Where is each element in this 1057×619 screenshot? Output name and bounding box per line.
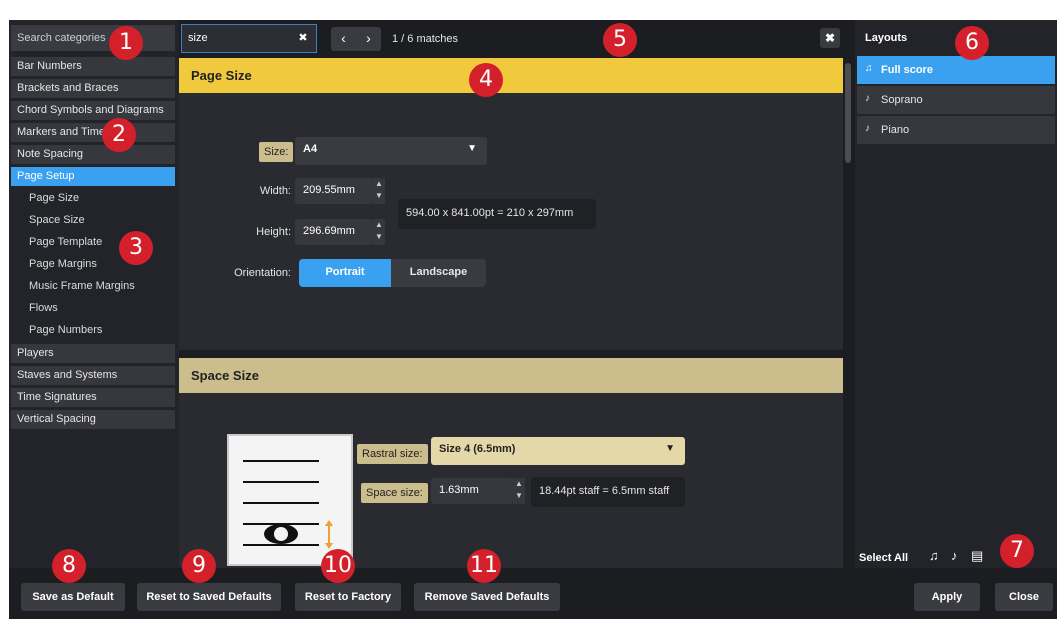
full-score-icon: ♫ bbox=[865, 63, 873, 74]
category-time-signatures[interactable]: Time Signatures bbox=[11, 388, 175, 407]
select-all-label: Select All bbox=[859, 552, 909, 564]
chevron-down-icon: ▼ bbox=[467, 143, 477, 154]
close-button[interactable]: Close bbox=[995, 583, 1053, 611]
height-label: Height: bbox=[256, 226, 291, 238]
page-size-section-header: Page Size bbox=[179, 58, 843, 93]
space-size-section-header: Space Size bbox=[179, 358, 843, 393]
layout-item-label: Full score bbox=[881, 64, 933, 76]
remove-saved-defaults-button[interactable]: Remove Saved Defaults bbox=[414, 583, 560, 611]
page-dimensions-info: 594.00 x 841.00pt = 210 x 297mm bbox=[398, 199, 596, 229]
find-search-input[interactable]: size ✖ bbox=[181, 24, 317, 53]
space-size-label: Space size: bbox=[361, 483, 428, 503]
subcategory-page-size[interactable]: Page Size bbox=[29, 189, 79, 208]
select-part-layouts-icon[interactable]: ♪ bbox=[951, 548, 958, 563]
find-bar: size ✖ ‹ › 1 / 6 matches ✖ bbox=[179, 20, 853, 58]
layouts-title: Layouts bbox=[865, 32, 908, 44]
find-query-text: size bbox=[188, 32, 208, 44]
callout-10: 10 bbox=[321, 549, 355, 583]
layouts-panel: Layouts ♫ Full score ♪ Soprano ♪ Piano S… bbox=[855, 20, 1057, 568]
callout-3: 3 bbox=[119, 231, 153, 265]
options-content: Page Size Size: A4 ▼ Width: 209.55mm ▲ ▼ … bbox=[179, 58, 843, 568]
page-size-value: A4 bbox=[303, 143, 318, 155]
layout-item-piano[interactable]: ♪ Piano bbox=[857, 116, 1055, 144]
select-full-score-layouts-icon[interactable]: ♫ bbox=[929, 548, 939, 563]
staff-preview-icon bbox=[243, 460, 333, 549]
size-label: Size: bbox=[259, 142, 294, 162]
layout-item-full-score[interactable]: ♫ Full score bbox=[857, 56, 1055, 84]
height-input[interactable]: 296.69mm bbox=[295, 219, 373, 245]
category-vertical-spacing[interactable]: Vertical Spacing bbox=[11, 410, 175, 429]
callout-9: 9 bbox=[182, 549, 216, 583]
save-as-default-button[interactable]: Save as Default bbox=[21, 583, 125, 611]
previous-match-button[interactable]: ‹ bbox=[331, 27, 356, 51]
width-input[interactable]: 209.55mm bbox=[295, 178, 373, 204]
staff-size-info: 18.44pt staff = 6.5mm staff bbox=[531, 477, 685, 507]
subcategory-music-frame-margins[interactable]: Music Frame Margins bbox=[29, 277, 135, 296]
rastral-size-select[interactable]: Size 4 (6.5mm) ▼ bbox=[431, 437, 685, 465]
page-size-select[interactable]: A4 ▼ bbox=[295, 137, 487, 165]
next-match-button[interactable]: › bbox=[356, 27, 381, 51]
rastral-size-label: Rastral size: bbox=[357, 444, 428, 464]
layout-item-soprano[interactable]: ♪ Soprano bbox=[857, 86, 1055, 114]
landscape-button[interactable]: Landscape bbox=[391, 259, 486, 287]
select-custom-layouts-icon[interactable]: ▤ bbox=[971, 548, 983, 564]
chevron-down-icon: ▼ bbox=[665, 443, 675, 454]
part-layout-icon: ♪ bbox=[865, 123, 870, 134]
space-size-input[interactable]: 1.63mm bbox=[431, 478, 513, 504]
category-bar-numbers[interactable]: Bar Numbers bbox=[11, 57, 175, 76]
clear-search-icon[interactable]: ✖ bbox=[296, 31, 310, 45]
section-divider bbox=[179, 350, 843, 358]
callout-8: 8 bbox=[52, 549, 86, 583]
category-chord-symbols[interactable]: Chord Symbols and Diagrams bbox=[11, 101, 175, 120]
callout-4: 4 bbox=[469, 63, 503, 97]
reset-to-factory-button[interactable]: Reset to Factory bbox=[295, 583, 401, 611]
portrait-button[interactable]: Portrait bbox=[299, 259, 391, 287]
category-panel: Search categories Bar Numbers Brackets a… bbox=[9, 20, 179, 568]
callout-1: 1 bbox=[109, 26, 143, 60]
category-players[interactable]: Players bbox=[11, 344, 175, 363]
layout-item-label: Piano bbox=[881, 124, 910, 136]
staff-size-preview bbox=[227, 434, 353, 566]
category-page-setup[interactable]: Page Setup bbox=[11, 167, 175, 186]
category-markers-and-time[interactable]: Markers and Time bbox=[11, 123, 175, 142]
subcategory-flows[interactable]: Flows bbox=[29, 299, 58, 318]
callout-2: 2 bbox=[102, 118, 136, 152]
callout-6: 6 bbox=[955, 26, 989, 60]
space-size-stepper[interactable]: ▲ ▼ bbox=[513, 478, 525, 504]
engraving-options-dialog: Search categories Bar Numbers Brackets a… bbox=[9, 20, 1057, 619]
layout-item-label: Soprano bbox=[881, 94, 923, 106]
subcategory-space-size[interactable]: Space Size bbox=[29, 211, 85, 230]
width-stepper[interactable]: ▲ ▼ bbox=[373, 178, 385, 204]
category-note-spacing[interactable]: Note Spacing bbox=[11, 145, 175, 164]
content-scrollbar[interactable] bbox=[845, 58, 851, 568]
button-bar: Save as Default Reset to Saved Defaults … bbox=[9, 568, 1057, 619]
part-layout-icon: ♪ bbox=[865, 93, 870, 104]
subcategory-page-margins[interactable]: Page Margins bbox=[29, 255, 97, 274]
reset-to-saved-defaults-button[interactable]: Reset to Saved Defaults bbox=[137, 583, 281, 611]
subcategory-page-numbers[interactable]: Page Numbers bbox=[29, 321, 102, 340]
subcategory-page-template[interactable]: Page Template bbox=[29, 233, 102, 252]
category-search-input[interactable]: Search categories bbox=[11, 25, 175, 51]
category-brackets-and-braces[interactable]: Brackets and Braces bbox=[11, 79, 175, 98]
category-staves-and-systems[interactable]: Staves and Systems bbox=[11, 366, 175, 385]
match-count: 1 / 6 matches bbox=[392, 33, 459, 45]
scrollbar-thumb[interactable] bbox=[845, 63, 851, 163]
width-label: Width: bbox=[259, 185, 291, 197]
height-stepper[interactable]: ▲ ▼ bbox=[373, 219, 385, 245]
rastral-size-value: Size 4 (6.5mm) bbox=[439, 443, 516, 455]
callout-11: 11 bbox=[467, 549, 501, 583]
apply-button[interactable]: Apply bbox=[914, 583, 980, 611]
callout-5: 5 bbox=[603, 23, 637, 57]
orientation-label: Orientation: bbox=[234, 267, 291, 279]
close-find-button[interactable]: ✖ bbox=[820, 28, 840, 48]
match-navigation: ‹ › bbox=[331, 27, 381, 51]
callout-7: 7 bbox=[1000, 534, 1034, 568]
